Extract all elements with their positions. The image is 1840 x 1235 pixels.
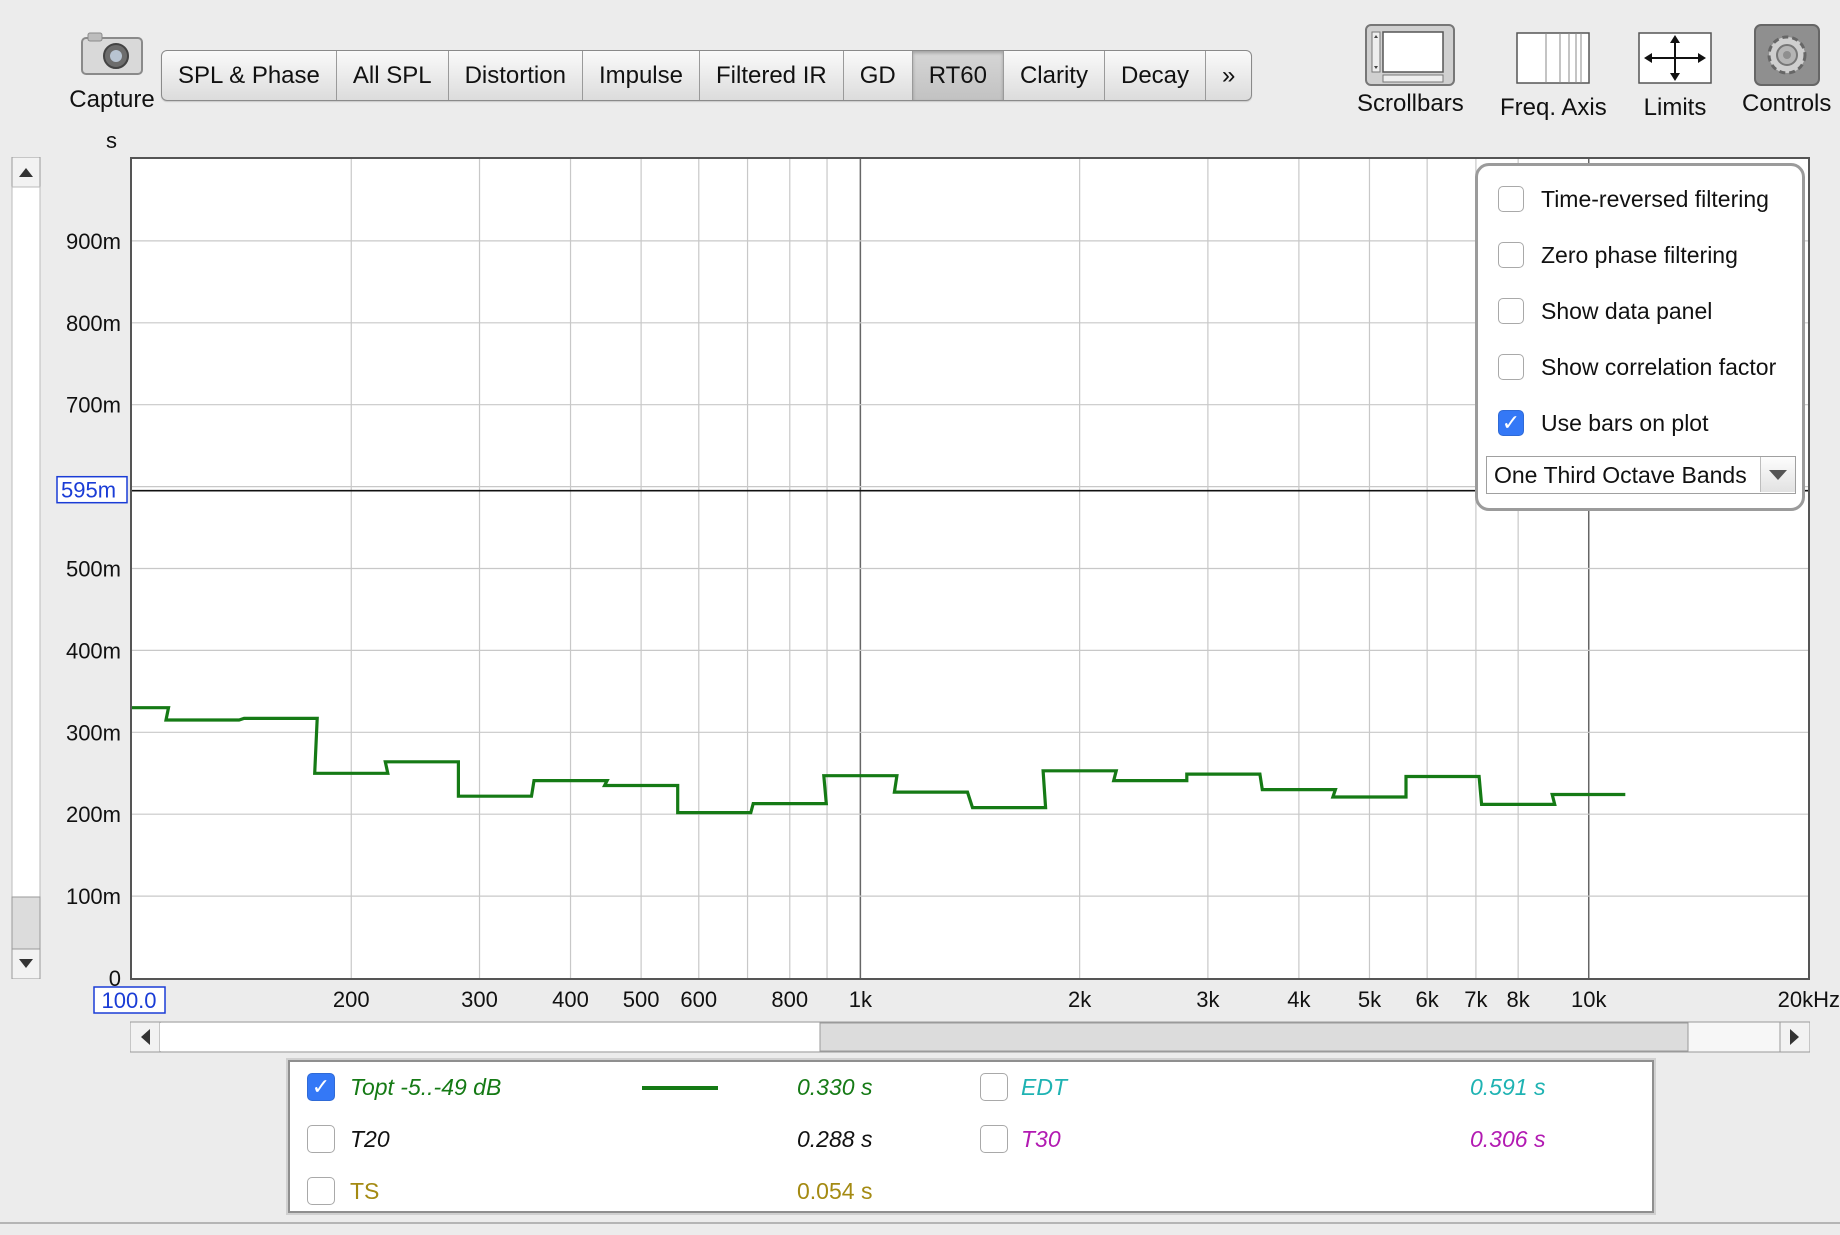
- t20-checkbox[interactable]: [307, 1125, 335, 1153]
- tab-all-spl[interactable]: All SPL: [337, 51, 449, 100]
- t20-label: T20: [350, 1126, 390, 1152]
- chevron-down-icon: [1760, 457, 1795, 492]
- show-correlation-label: Show correlation factor: [1541, 353, 1777, 380]
- cursor-value-label: 595m: [61, 478, 116, 503]
- view-tabs: SPL & Phase All SPL Distortion Impulse Filte…: [161, 50, 1253, 101]
- zero-phase-checkbox[interactable]: [1498, 242, 1524, 268]
- legend-panel: ✓ Topt -5..-49 dB 0.330 s T20 0.288 s TS…: [288, 1060, 1654, 1213]
- x-tick-label: 20kHz: [1778, 987, 1840, 1012]
- use-bars-option[interactable]: ✓ Use bars on plot: [1498, 407, 1708, 439]
- capture-label: Capture: [69, 86, 155, 113]
- y-unit-label: s: [106, 128, 117, 153]
- use-bars-checkbox[interactable]: ✓: [1498, 410, 1524, 436]
- zero-phase-option[interactable]: Zero phase filtering: [1498, 239, 1738, 271]
- time-reversed-option[interactable]: Time-reversed filtering: [1498, 183, 1769, 215]
- x-tick-label: 5k: [1358, 987, 1382, 1012]
- more-tabs-button[interactable]: »: [1206, 51, 1251, 100]
- show-data-panel-checkbox[interactable]: [1498, 298, 1524, 324]
- x-start-label: 100.0: [101, 988, 156, 1013]
- limits-icon: [1638, 32, 1712, 84]
- x-tick-label: 300: [461, 987, 498, 1012]
- topt-label: Topt -5..-49 dB: [350, 1074, 502, 1100]
- camera-icon: [80, 30, 144, 76]
- t30-checkbox[interactable]: [980, 1125, 1008, 1153]
- x-tick-label: 200: [333, 987, 370, 1012]
- x-tick-label: 400: [552, 987, 589, 1012]
- topt-line-swatch: [642, 1086, 718, 1090]
- freq-axis-button[interactable]: Freq. Axis: [1500, 24, 1607, 122]
- tab-clarity[interactable]: Clarity: [1004, 51, 1105, 100]
- tab-spl-phase[interactable]: SPL & Phase: [162, 51, 337, 100]
- x-tick-label: 1k: [849, 987, 873, 1012]
- tab-filtered-ir[interactable]: Filtered IR: [700, 51, 844, 100]
- x-tick-label: 600: [680, 987, 717, 1012]
- x-tick-label: 8k: [1507, 987, 1531, 1012]
- scrollbars-button[interactable]: Scrollbars: [1357, 24, 1464, 118]
- rt60-series-line: [132, 706, 1626, 815]
- tab-decay[interactable]: Decay: [1105, 51, 1207, 100]
- time-reversed-label: Time-reversed filtering: [1541, 185, 1769, 212]
- gear-icon: [1753, 24, 1820, 86]
- tab-distortion[interactable]: Distortion: [449, 51, 583, 100]
- use-bars-label: Use bars on plot: [1541, 409, 1709, 436]
- x-tick-label: 10k: [1571, 987, 1607, 1012]
- edt-label: EDT: [1021, 1074, 1067, 1100]
- status-divider: [0, 1222, 1840, 1224]
- edt-checkbox[interactable]: [980, 1073, 1008, 1101]
- x-tick-label: 500: [623, 987, 660, 1012]
- x-axis-labels: 200 300 400 500 600 800 1k 2k 3k 4k 5k 6k 7k 8k 10k 20k…: [93, 986, 1840, 1014]
- show-correlation-option[interactable]: Show correlation factor: [1498, 351, 1776, 383]
- freq-axis-icon: [1516, 32, 1591, 84]
- ts-checkbox[interactable]: [307, 1177, 335, 1205]
- x-tick-label: 7k: [1464, 987, 1488, 1012]
- x-tick-label: 3k: [1196, 987, 1220, 1012]
- edt-value: 0.591 s: [1470, 1074, 1546, 1100]
- tab-rt60[interactable]: RT60: [912, 51, 1004, 100]
- band-resolution-select[interactable]: One Third Octave Bands: [1486, 456, 1796, 494]
- x-tick-label: 6k: [1416, 987, 1440, 1012]
- y-tick-label: 200m: [66, 802, 121, 827]
- y-tick-label: 100m: [66, 884, 121, 909]
- time-reversed-checkbox[interactable]: [1498, 186, 1524, 212]
- freq-axis-label: Freq. Axis: [1500, 94, 1607, 121]
- show-correlation-checkbox[interactable]: [1498, 354, 1524, 380]
- tab-gd[interactable]: GD: [844, 51, 913, 100]
- ts-label: TS: [350, 1178, 380, 1204]
- zero-phase-label: Zero phase filtering: [1541, 241, 1738, 268]
- limits-label: Limits: [1643, 94, 1707, 121]
- limits-button[interactable]: Limits: [1638, 24, 1712, 122]
- t30-value: 0.306 s: [1470, 1126, 1546, 1152]
- y-tick-label: 700m: [66, 393, 121, 418]
- ts-value: 0.054 s: [797, 1178, 873, 1204]
- x-tick-label: 800: [771, 987, 808, 1012]
- show-data-panel-option[interactable]: Show data panel: [1498, 295, 1712, 327]
- capture-button[interactable]: Capture: [56, 30, 168, 114]
- x-tick-label: 4k: [1287, 987, 1311, 1012]
- y-tick-label: 800m: [66, 311, 121, 336]
- y-tick-label: 500m: [66, 557, 121, 582]
- band-resolution-value: One Third Octave Bands: [1494, 462, 1747, 488]
- topt-checkbox[interactable]: ✓: [307, 1073, 335, 1101]
- horizontal-scrollbar[interactable]: [129, 1021, 1811, 1053]
- x-tick-label: 2k: [1068, 987, 1092, 1012]
- scrollbars-label: Scrollbars: [1357, 90, 1464, 117]
- y-tick-label: 900m: [66, 229, 121, 254]
- tab-impulse[interactable]: Impulse: [583, 51, 700, 100]
- show-data-panel-label: Show data panel: [1541, 297, 1713, 324]
- t30-label: T30: [1021, 1126, 1061, 1152]
- topt-value: 0.330 s: [797, 1074, 873, 1100]
- y-tick-label: 400m: [66, 638, 121, 663]
- options-panel: Time-reversed filtering Zero phase filte…: [1475, 163, 1805, 511]
- t20-value: 0.288 s: [797, 1126, 873, 1152]
- controls-button[interactable]: Controls: [1742, 24, 1831, 118]
- controls-label: Controls: [1742, 90, 1832, 117]
- y-tick-label: 300m: [66, 720, 121, 745]
- scrollbars-icon: [1365, 24, 1456, 86]
